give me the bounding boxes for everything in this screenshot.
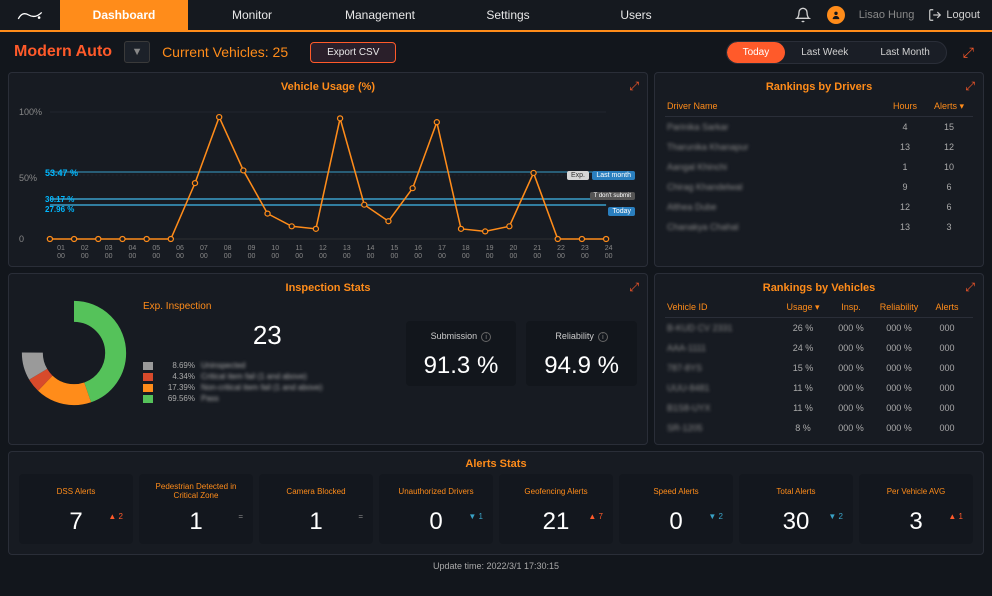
alert-card[interactable]: Total Alerts30▼ 2 bbox=[739, 474, 853, 544]
drivers-ranking-panel: Rankings by Drivers ⤢ Driver Name Hours … bbox=[654, 72, 984, 267]
panel-title: Alerts Stats bbox=[19, 456, 973, 474]
alert-card[interactable]: Camera Blocked1= bbox=[259, 474, 373, 544]
nav-dashboard[interactable]: Dashboard bbox=[60, 0, 188, 30]
table-row[interactable]: SR-12058 %000 %000 %000 bbox=[665, 418, 973, 438]
logout-button[interactable]: Logout bbox=[928, 8, 980, 22]
nav-users[interactable]: Users bbox=[572, 0, 700, 30]
nav-monitor[interactable]: Monitor bbox=[188, 0, 316, 30]
range-last-week[interactable]: Last Week bbox=[785, 42, 864, 63]
table-header: Driver Name Hours Alerts ▾ bbox=[665, 97, 973, 117]
range-last-month[interactable]: Last Month bbox=[864, 42, 945, 63]
nav-settings[interactable]: Settings bbox=[444, 0, 572, 30]
table-row[interactable]: UUU-848111 %000 %000 %000 bbox=[665, 378, 973, 398]
alerts-stats-panel: Alerts Stats DSS Alerts7▲ 2Pedestrian De… bbox=[8, 451, 984, 555]
table-row[interactable]: B-KUD CV 233126 %000 %000 %000 bbox=[665, 318, 973, 338]
table-header: Vehicle ID Usage ▾ Insp. Reliability Ale… bbox=[665, 298, 973, 318]
expand-icon[interactable]: ⤢ bbox=[629, 280, 639, 295]
footer-update-time: Update time: 2022/3/1 17:30:15 bbox=[0, 555, 992, 577]
avatar[interactable] bbox=[827, 6, 845, 24]
table-row[interactable]: Chirag Khandelwal96 bbox=[665, 177, 973, 197]
alert-card[interactable]: Pedestrian Detected in Critical Zone1= bbox=[139, 474, 253, 544]
logo bbox=[0, 8, 60, 22]
range-today[interactable]: Today bbox=[727, 42, 786, 63]
legend-item: 4.34%Critical item fail (1 and above) bbox=[143, 372, 392, 381]
nav-management[interactable]: Management bbox=[316, 0, 444, 30]
company-name: Modern Auto bbox=[14, 43, 112, 61]
chevron-down-icon: ▼ bbox=[132, 46, 143, 58]
table-row[interactable]: Aangal Khinchi110 bbox=[665, 157, 973, 177]
bell-icon[interactable] bbox=[793, 5, 813, 25]
inspection-stats-panel: Inspection Stats ⤢ Exp. Inspection 23 8.… bbox=[8, 273, 648, 445]
current-vehicles: Current Vehicles: 25 bbox=[162, 44, 288, 60]
export-csv-button[interactable]: Export CSV bbox=[310, 42, 396, 63]
nav: DashboardMonitorManagementSettingsUsers bbox=[60, 0, 700, 30]
user-name: Lisao Hung bbox=[859, 9, 915, 21]
table-row[interactable]: Parinika Sarkar415 bbox=[665, 117, 973, 137]
time-range-group: TodayLast WeekLast Month bbox=[726, 41, 947, 64]
info-icon[interactable]: i bbox=[598, 332, 608, 342]
inspection-summary: Exp. Inspection 23 8.69%Uninspected4.34%… bbox=[143, 301, 392, 405]
panel-title: Vehicle Usage (%) bbox=[19, 79, 637, 97]
x-axis-labels: 0100020003000400050006000700080009001000… bbox=[19, 245, 637, 260]
vehicles-ranking-panel: Rankings by Vehicles ⤢ Vehicle ID Usage … bbox=[654, 273, 984, 445]
alert-card[interactable]: DSS Alerts7▲ 2 bbox=[19, 474, 133, 544]
topbar-right: Lisao Hung Logout bbox=[793, 5, 992, 25]
panel-title: Rankings by Vehicles bbox=[665, 280, 973, 298]
panel-title: Rankings by Drivers bbox=[665, 79, 973, 97]
table-row[interactable]: Chanakya Chahal133 bbox=[665, 217, 973, 237]
table-row[interactable]: 787-8YS15 %000 %000 %000 bbox=[665, 358, 973, 378]
expand-icon[interactable]: ⤢ bbox=[965, 280, 975, 295]
table-row[interactable]: B1S8-UYX11 %000 %000 %000 bbox=[665, 398, 973, 418]
alert-card[interactable]: Unauthorized Drivers0▼ 1 bbox=[379, 474, 493, 544]
table-row[interactable]: Althea Dube126 bbox=[665, 197, 973, 217]
alert-card[interactable]: Geofencing Alerts21▲ 7 bbox=[499, 474, 613, 544]
company-dropdown[interactable]: ▼ bbox=[124, 41, 150, 63]
stat-card: Reliabilityi94.9 % bbox=[526, 321, 637, 386]
expand-icon[interactable]: ⤢ bbox=[965, 79, 975, 94]
inspection-donut bbox=[19, 298, 129, 408]
usage-chart: 100% 50% 0 53.47 % 30.17 % 27.96 % Exp. … bbox=[19, 97, 637, 245]
info-icon[interactable]: i bbox=[481, 332, 491, 342]
alert-card[interactable]: Speed Alerts0▼ 2 bbox=[619, 474, 733, 544]
table-row[interactable]: AAA-111124 %000 %000 %000 bbox=[665, 338, 973, 358]
stat-card: Submissioni91.3 % bbox=[406, 321, 517, 386]
table-row[interactable]: Tharunika Khanapur1312 bbox=[665, 137, 973, 157]
legend-item: 69.56%Pass bbox=[143, 394, 392, 403]
alert-card[interactable]: Per Vehicle AVG3▲ 1 bbox=[859, 474, 973, 544]
logout-icon bbox=[928, 8, 942, 22]
subbar: Modern Auto ▼ Current Vehicles: 25 Expor… bbox=[0, 32, 992, 72]
legend-item: 8.69%Uninspected bbox=[143, 361, 392, 370]
panel-title: Inspection Stats bbox=[19, 280, 637, 298]
expand-icon[interactable]: ⤢ bbox=[629, 79, 639, 94]
legend-item: 17.39%Non-critical item fail (1 and abov… bbox=[143, 383, 392, 392]
expand-icon[interactable]: ⤢ bbox=[959, 44, 978, 61]
topbar: DashboardMonitorManagementSettingsUsers … bbox=[0, 0, 992, 32]
vehicle-usage-panel: Vehicle Usage (%) ⤢ 100% 50% 0 53.47 % 3… bbox=[8, 72, 648, 267]
